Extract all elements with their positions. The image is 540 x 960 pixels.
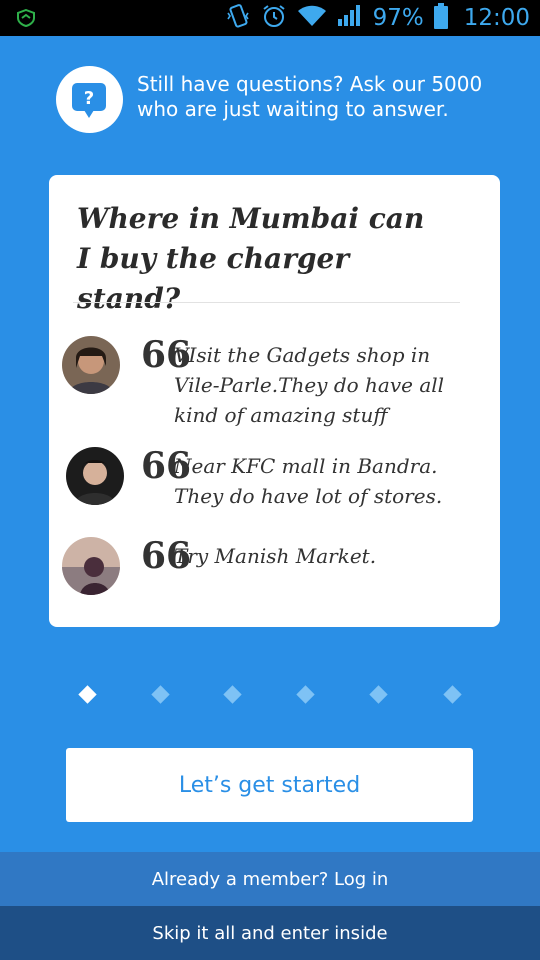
get-started-button[interactable]: Let’s get started [66,748,473,822]
question-bubble-icon: ? [56,66,123,133]
answer-text: Try Manish Market. [174,544,377,568]
question-title: Where in Mumbai can I buy the charger st… [77,202,425,315]
shield-icon [16,8,36,31]
page-dot[interactable] [151,685,170,704]
avatar [62,537,120,595]
page-dot[interactable] [223,685,242,704]
answer-text: Near KFC mall in Bandra. They do have lo… [174,454,443,508]
divider [73,302,460,303]
promo-header: ? Still have questions? Ask our 5000 who… [56,66,496,136]
svg-text:?: ? [84,88,94,109]
page-dot[interactable] [369,685,388,704]
login-button[interactable]: Already a member? Log in [0,852,540,906]
avatar [66,447,124,505]
promo-text: Still have questions? Ask our 5000 who a… [137,72,483,121]
page-dot[interactable] [296,685,315,704]
battery-icon [433,3,448,33]
page-indicator [0,682,540,710]
battery-percent: 97% [372,5,424,31]
wifi-icon [297,4,327,32]
question-card: Where in Mumbai can I buy the charger st… [49,175,500,627]
skip-button[interactable]: Skip it all and enter inside [0,906,540,960]
vibrate-icon [225,3,251,33]
alarm-icon [261,3,287,33]
page-dot-active[interactable] [78,685,97,704]
clock: 12:00 [463,5,530,31]
signal-icon [337,4,363,32]
status-bar: 97% 12:00 [0,0,540,36]
avatar [62,336,120,394]
page-dot[interactable] [443,685,462,704]
answer-text: VIsit the Gadgets shop in Vile-Parle.The… [174,343,445,427]
